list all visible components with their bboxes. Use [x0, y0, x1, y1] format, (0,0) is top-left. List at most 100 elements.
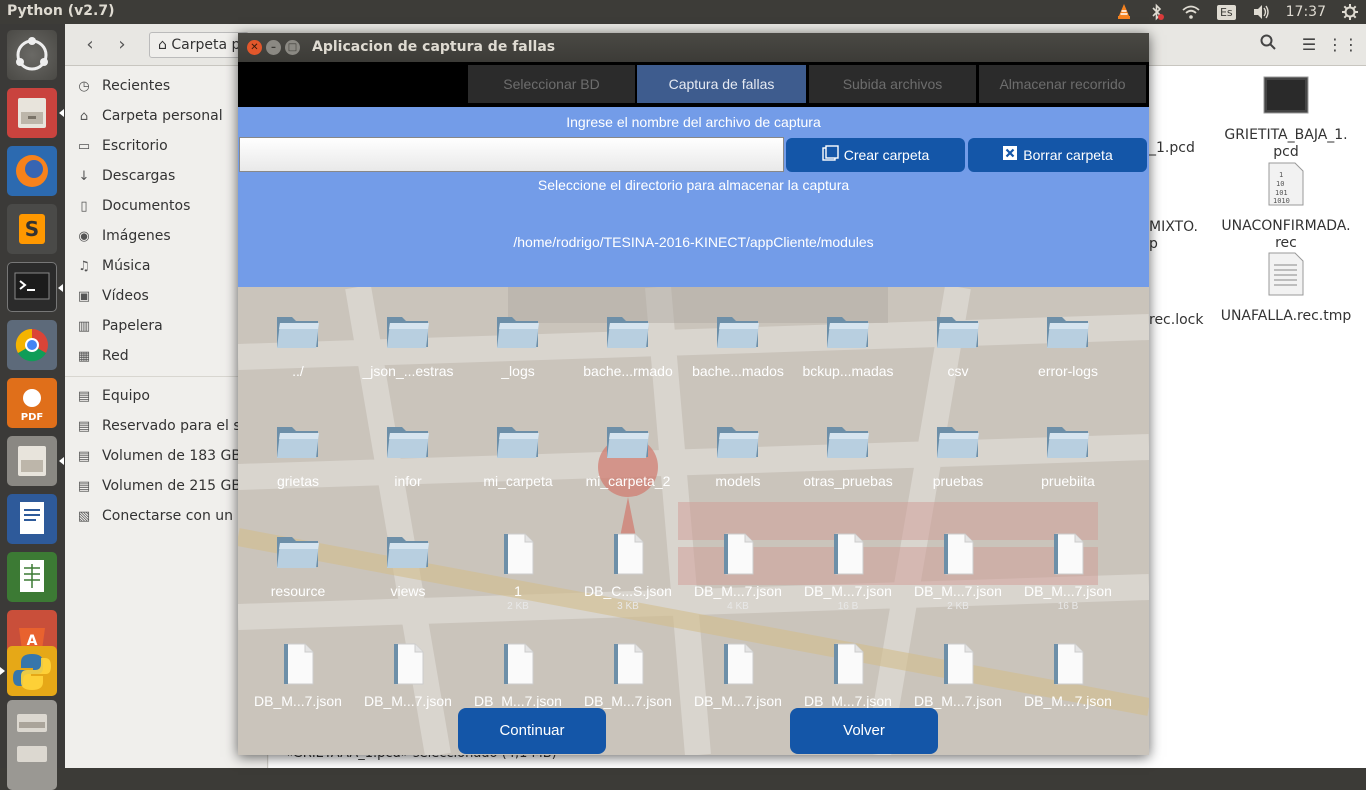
sidebar-item[interactable]: ▣ Vídeos — [75, 285, 149, 307]
file-label-partial[interactable]: MIXTO. p — [1149, 219, 1199, 253]
minimize-icon[interactable]: – — [266, 40, 281, 55]
file-item[interactable]: 1 10 101 1010 UNACONFIRMADA. rec — [1216, 161, 1356, 252]
file-item[interactable]: UNAFALLA.rec.tmp — [1216, 251, 1356, 325]
file-item[interactable]: 1 2 KB — [463, 531, 573, 612]
sidebar-item[interactable]: ▤ Volumen de 215 GB — [75, 475, 241, 497]
bluetooth-icon[interactable] — [1149, 3, 1165, 21]
folder-item[interactable]: infor — [353, 421, 463, 489]
file-item[interactable]: DB_M...7.json — [683, 641, 793, 709]
tab-1[interactable]: Seleccionar BD — [468, 65, 635, 103]
files-icon[interactable] — [7, 88, 64, 138]
file-item[interactable]: DB_M...7.json — [573, 641, 683, 709]
file-item[interactable]: DB_M...7.json — [243, 641, 353, 709]
file-item[interactable]: DB_M...7.json — [793, 641, 903, 709]
sidebar-item[interactable]: ▭ Escritorio — [75, 135, 168, 157]
folder-item[interactable]: resource — [243, 531, 353, 599]
folder-item[interactable]: _json_...estras — [353, 311, 463, 379]
gear-icon[interactable] — [1342, 4, 1358, 20]
back-arrow-icon[interactable]: ‹ — [75, 32, 105, 58]
ubuntu-dash-icon[interactable] — [7, 30, 57, 80]
firefox-icon[interactable] — [7, 146, 57, 196]
folder-item[interactable]: csv — [903, 311, 1013, 379]
breadcrumb[interactable]: ⌂ Carpeta p — [149, 32, 250, 58]
file-item[interactable]: DB_M...7.json 2 KB — [903, 531, 1013, 612]
folder-item[interactable]: mi_carpeta — [463, 421, 573, 489]
sidebar-item[interactable]: ◉ Imágenes — [75, 225, 170, 247]
sidebar-item[interactable]: ▤ Reservado para el sis — [75, 415, 252, 437]
chrome-icon[interactable] — [7, 320, 57, 370]
file-item[interactable]: DB_M...7.json — [903, 641, 1013, 709]
folder-item[interactable]: _logs — [463, 311, 573, 379]
file-item[interactable]: DB_M...7.json 16 B — [793, 531, 903, 612]
maximize-icon[interactable]: □ — [285, 40, 300, 55]
python-icon[interactable] — [0, 646, 57, 696]
search-icon[interactable] — [1252, 32, 1284, 58]
volume-icon[interactable] — [1252, 4, 1270, 20]
folder-item[interactable]: bache...rmado — [573, 311, 683, 379]
file-chooser-grid: ../ _json_...estras _logs bache...rmado bach… — [238, 287, 1149, 755]
sidebar-item[interactable]: ◷ Recientes — [75, 75, 170, 97]
tab-3[interactable]: Subida archivos — [809, 65, 976, 103]
forward-arrow-icon[interactable]: › — [107, 32, 137, 58]
folder-item[interactable]: grietas — [243, 421, 353, 489]
sublime-text-icon[interactable]: S — [7, 204, 57, 254]
sidebar-item[interactable]: ♫ Música — [75, 255, 150, 277]
clock[interactable]: 17:37 — [1286, 4, 1326, 20]
camera-icon: ◉ — [78, 228, 90, 244]
sidebar-item[interactable]: ▦ Red — [75, 345, 129, 367]
sidebar-item[interactable]: ⌂ Carpeta personal — [75, 105, 223, 127]
writer-icon[interactable] — [7, 494, 57, 544]
file-item[interactable]: DB_M...7.json 4 KB — [683, 531, 793, 612]
entry-label: otras_pruebas — [803, 473, 893, 489]
tab-4[interactable]: Almacenar recorrido — [979, 65, 1146, 103]
filename-input[interactable] — [239, 137, 784, 172]
file-item[interactable]: DB_M...7.json — [353, 641, 463, 709]
grid-view-icon[interactable]: ⋮⋮ — [1327, 32, 1359, 58]
continue-button[interactable]: Continuar — [458, 708, 606, 754]
archive-manager-icon[interactable] — [7, 436, 64, 486]
file-label-partial[interactable]: _1.pcd — [1149, 140, 1199, 157]
folder-item[interactable]: otras_pruebas — [793, 421, 903, 489]
pdf-reader-icon[interactable]: PDF — [7, 378, 57, 428]
drive-icon[interactable] — [7, 740, 57, 790]
file-item[interactable]: GRIETITA_BAJA_1. pcd — [1216, 76, 1356, 161]
network-icon: ▦ — [77, 348, 91, 364]
folder-icon — [573, 421, 683, 467]
sidebar-item[interactable]: ▯ Documentos — [75, 195, 190, 217]
file-item[interactable]: DB_M...7.json — [463, 641, 573, 709]
folder-item[interactable]: bache...mados — [683, 311, 793, 379]
folder-item[interactable]: pruebas — [903, 421, 1013, 489]
file-label-partial[interactable]: rec.lock — [1149, 312, 1203, 329]
entry-label: grietas — [276, 473, 320, 489]
desktop-icon: ▭ — [77, 138, 91, 154]
keyboard-layout-indicator[interactable]: Es — [1216, 4, 1236, 20]
close-icon[interactable]: ✕ — [247, 40, 262, 55]
wifi-icon[interactable] — [1181, 4, 1201, 20]
delete-folder-button[interactable]: Borrar carpeta — [968, 138, 1147, 172]
sidebar-item[interactable]: ↓ Descargas — [75, 165, 176, 187]
sidebar-item[interactable]: ▧ Conectarse con un se — [75, 505, 254, 527]
file-item[interactable]: DB_C...S.json 3 KB — [573, 531, 683, 612]
file-item[interactable]: DB_M...7.json 16 B — [1013, 531, 1123, 612]
tab-2[interactable]: Captura de fallas — [637, 65, 806, 103]
terminal-icon[interactable] — [7, 262, 63, 312]
folder-item[interactable]: models — [683, 421, 793, 489]
back-button[interactable]: Volver — [790, 708, 938, 754]
folder-item[interactable]: bckup...madas — [793, 311, 903, 379]
sidebar-item[interactable]: ▥ Papelera — [75, 315, 163, 337]
calc-icon[interactable] — [7, 552, 57, 602]
sidebar-item-label: Música — [102, 258, 151, 274]
file-icon — [1013, 531, 1123, 577]
folder-item[interactable]: views — [353, 531, 463, 599]
folder-item[interactable]: mi_carpeta_2 — [573, 421, 683, 489]
sidebar-item[interactable]: ▤ Volumen de 183 GB — [75, 445, 241, 467]
sidebar-item[interactable]: ▤ Equipo — [75, 385, 150, 407]
clock-icon: ◷ — [78, 78, 90, 94]
folder-item[interactable]: ../ — [243, 311, 353, 379]
folder-item[interactable]: error-logs — [1013, 311, 1123, 379]
list-view-icon[interactable]: ☰ — [1293, 32, 1325, 58]
vlc-icon[interactable] — [1115, 3, 1133, 21]
create-folder-button[interactable]: Crear carpeta — [786, 138, 965, 172]
folder-item[interactable]: pruebiita — [1013, 421, 1123, 489]
file-item[interactable]: DB_M...7.json — [1013, 641, 1123, 709]
